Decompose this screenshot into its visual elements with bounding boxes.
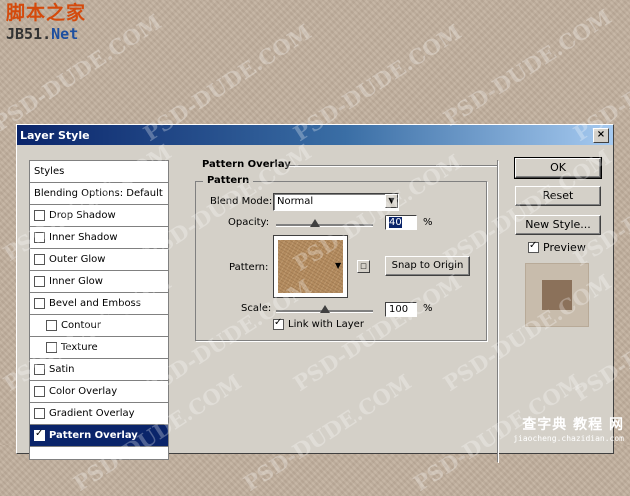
opacity-input[interactable]: 40	[385, 215, 417, 230]
preview-checkbox[interactable]: Preview	[528, 240, 586, 254]
checkbox-icon[interactable]	[34, 232, 45, 243]
preview-label: Preview	[543, 241, 586, 254]
style-item-label: Texture	[61, 342, 98, 353]
section-title: Pattern Overlay	[202, 159, 291, 170]
style-item[interactable]: Pattern Overlay	[30, 425, 168, 447]
snap-to-origin-button[interactable]: Snap to Origin	[385, 256, 470, 276]
link-with-layer-checkbox[interactable]: Link with Layer	[273, 317, 364, 330]
style-item[interactable]: Inner Glow	[30, 271, 168, 293]
checkbox-icon	[528, 240, 539, 253]
checkbox-icon[interactable]	[34, 276, 45, 287]
checkbox-icon	[273, 317, 284, 330]
section-separator	[289, 165, 499, 167]
site-logo: 脚本之家 JB51.Net	[6, 4, 86, 42]
checkbox-icon[interactable]	[46, 342, 57, 353]
style-item[interactable]: Inner Shadow	[30, 227, 168, 249]
style-item[interactable]: Texture	[30, 337, 168, 359]
style-item[interactable]: Styles	[30, 161, 168, 183]
dialog-title: Layer Style	[20, 128, 90, 142]
style-preview	[525, 263, 589, 327]
new-style-button[interactable]: New Style...	[515, 215, 601, 235]
link-with-layer-label: Link with Layer	[288, 319, 364, 330]
style-item[interactable]: Satin	[30, 359, 168, 381]
footer-logo: 查字典 教程 网 jiaocheng.chazidian.com	[513, 414, 624, 443]
opacity-value: 40	[389, 217, 402, 228]
blend-mode-label: Blend Mode:	[210, 196, 273, 207]
style-item-label: Inner Glow	[49, 276, 103, 287]
checkbox-icon[interactable]	[34, 210, 45, 221]
preview-swatch	[542, 280, 572, 310]
style-item-label: Pattern Overlay	[49, 430, 138, 441]
style-item-label: Blending Options: Default	[34, 188, 163, 199]
title-bar: Layer Style	[17, 125, 613, 145]
checkbox-icon[interactable]	[34, 254, 45, 265]
style-item[interactable]: Outer Glow	[30, 249, 168, 271]
style-item-label: Drop Shadow	[49, 210, 116, 221]
reset-button[interactable]: Reset	[515, 186, 601, 206]
style-item[interactable]: Contour	[30, 315, 168, 337]
footer-logo-line2: jiaocheng.chazidian.com	[513, 434, 624, 443]
blend-mode-select[interactable]: Normal ▼	[273, 193, 399, 211]
opacity-slider-track[interactable]	[276, 224, 373, 227]
checkbox-icon[interactable]	[34, 298, 45, 309]
style-item[interactable]: Color Overlay	[30, 381, 168, 403]
scale-slider-thumb[interactable]	[319, 305, 330, 313]
style-item[interactable]: Blending Options: Default	[30, 183, 168, 205]
style-item-label: Contour	[61, 320, 101, 331]
style-item-label: Gradient Overlay	[49, 408, 135, 419]
scale-percent: %	[423, 303, 433, 314]
right-divider	[497, 160, 498, 462]
scale-input[interactable]: 100	[385, 302, 417, 317]
style-item[interactable]: Bevel and Emboss	[30, 293, 168, 315]
style-item-label: Color Overlay	[49, 386, 118, 397]
checkbox-icon[interactable]	[34, 364, 45, 375]
chevron-down-icon: ▼	[385, 194, 398, 208]
watermark: PSD-DUDE.COM	[438, 4, 616, 131]
new-preset-icon[interactable]: □	[357, 260, 370, 273]
site-logo-en-suffix: Net	[51, 25, 79, 43]
checkbox-icon[interactable]	[34, 386, 45, 397]
group-title: Pattern	[203, 175, 254, 186]
style-item-label: Satin	[49, 364, 75, 375]
pattern-label: Pattern:	[229, 262, 269, 273]
style-item-label: Outer Glow	[49, 254, 106, 265]
footer-logo-line1: 查字典 教程 网	[522, 417, 624, 433]
blend-mode-value: Normal	[277, 196, 314, 207]
pattern-preview	[278, 240, 343, 293]
style-item-label: Bevel and Emboss	[49, 298, 141, 309]
checkbox-icon[interactable]	[34, 408, 45, 419]
checkbox-icon[interactable]	[46, 320, 57, 331]
style-item-label: Styles	[34, 166, 65, 177]
scale-label: Scale:	[241, 303, 272, 314]
checkbox-icon[interactable]	[34, 428, 45, 441]
style-item[interactable]: Gradient Overlay	[30, 403, 168, 425]
site-logo-en: JB51.Net	[6, 27, 86, 42]
pattern-dropdown-icon[interactable]: ▼	[335, 261, 341, 270]
style-item-label: Inner Shadow	[49, 232, 118, 243]
styles-list: Styles Blending Options: Default Drop Shad…	[29, 160, 169, 460]
site-logo-en-prefix: JB51.	[6, 25, 52, 43]
site-logo-cn: 脚本之家	[6, 2, 87, 24]
opacity-percent: %	[423, 217, 433, 228]
ok-button[interactable]: OK	[514, 157, 602, 179]
opacity-label: Opacity:	[228, 217, 270, 228]
close-button[interactable]: ×	[593, 128, 609, 143]
style-item[interactable]: Drop Shadow	[30, 205, 168, 227]
opacity-slider-thumb[interactable]	[309, 219, 320, 227]
scale-value: 100	[389, 304, 409, 315]
layer-style-dialog: Layer Style × Styles Blending Options: De…	[16, 124, 614, 462]
